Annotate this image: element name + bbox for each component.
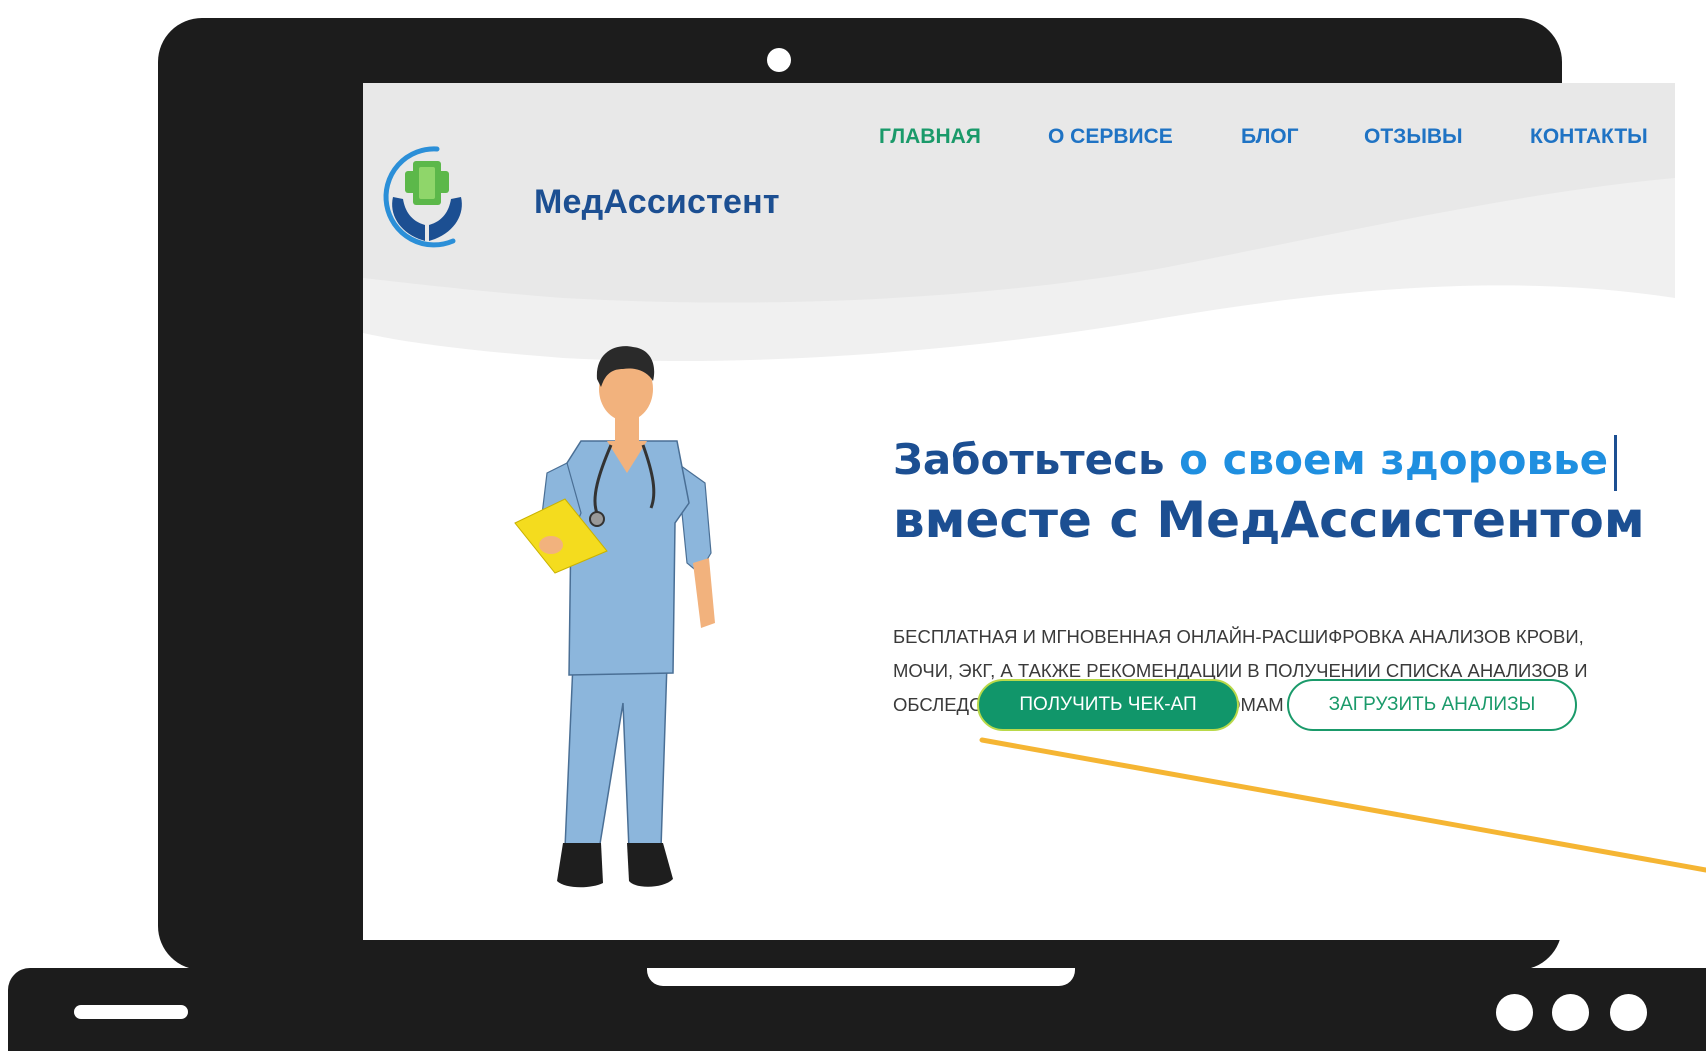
description-line: БЕСПЛАТНАЯ И МГНОВЕННАЯ ОНЛАЙН-РАСШИФРОВ… [893,626,1584,647]
brand-name[interactable]: МедАссистент [534,183,780,222]
nav-item-blog[interactable]: БЛОГ [1241,125,1299,149]
nav-item-home[interactable]: ГЛАВНАЯ [879,125,981,149]
indicator-dot [1552,994,1589,1031]
hands-cross-icon [383,146,462,248]
laptop-slot [74,1005,188,1019]
nav-item-about[interactable]: О СЕРВИСЕ [1048,125,1173,149]
webcam-icon [767,48,791,72]
nav-item-reviews[interactable]: ОТЗЫВЫ [1364,125,1463,149]
website-screen: МедАссистент ГЛАВНАЯ О СЕРВИСЕ БЛОГ ОТЗЫ… [363,83,1675,940]
headline-part2: о своем здоровье [1179,435,1609,484]
main-nav: ГЛАВНАЯ О СЕРВИСЕ БЛОГ ОТЗЫВЫ КОНТАКТЫ [363,125,1675,155]
laptop-hinge-notch [647,968,1075,986]
laptop-lid: МедАссистент ГЛАВНАЯ О СЕРВИСЕ БЛОГ ОТЗЫ… [158,18,1675,970]
typing-cursor [1614,434,1618,491]
nav-item-contacts[interactable]: КОНТАКТЫ [1530,125,1648,149]
indicator-dot [1496,994,1533,1031]
get-checkup-button[interactable]: ПОЛУЧИТЬ ЧЕК-АП [977,679,1239,731]
logo[interactable] [375,139,475,259]
upload-tests-button[interactable]: ЗАГРУЗИТЬ АНАЛИЗЫ [1287,679,1577,731]
headline-line2: вместе с МедАссистентом [893,490,1645,549]
doctor-illustration [514,346,715,888]
hero-headline: Заботьтесь о своем здоровье вместе с Мед… [893,431,1645,549]
headline-part1: Заботьтесь [893,435,1165,484]
indicator-dot [1610,994,1647,1031]
